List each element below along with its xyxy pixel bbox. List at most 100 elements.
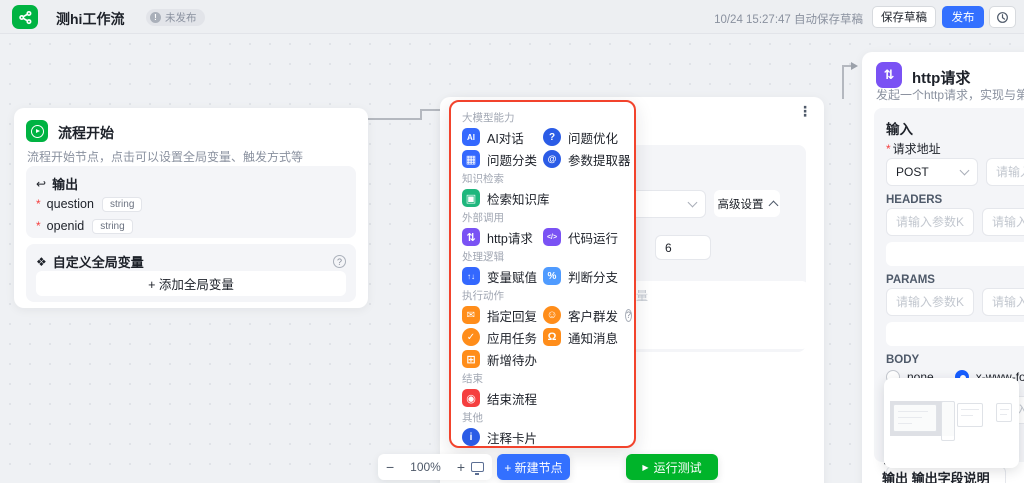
zoom-in-button[interactable]: + <box>457 459 465 475</box>
picker-item-comment-card[interactable]: i 注释卡片 <box>462 426 543 446</box>
picker-section-label: 大模型能力 <box>462 112 515 124</box>
picker-item-label: 新增待办 <box>487 353 538 368</box>
headers-label: HEADERS <box>886 194 943 206</box>
zoom-level: 100% <box>410 460 441 474</box>
picker-item-label: 代码运行 <box>568 231 619 246</box>
node-menu-icon[interactable]: ⋮ <box>798 103 812 120</box>
picker-section-grid: ▣ 检索知识库 <box>462 187 624 209</box>
param-extractor-icon: @ <box>543 150 561 168</box>
picker-item-label: 问题优化 <box>568 131 619 146</box>
http-node-icon: ⇅ <box>876 62 902 88</box>
params-value-input[interactable] <box>982 288 1024 316</box>
picker-item-app-task[interactable]: ✓应用任务? <box>462 326 552 348</box>
chevron-up-icon <box>768 200 778 210</box>
url-label: * 请求地址 <box>886 142 941 156</box>
picker-item-question-classify[interactable]: ▦ 问题分类 <box>462 148 543 170</box>
globals-help-icon[interactable]: ? <box>333 255 346 268</box>
picker-item-param-extractor[interactable]: @ 参数提取器 <box>543 148 631 170</box>
headers-value-input[interactable] <box>982 208 1024 236</box>
top-bar: 测hi工作流 ! 未发布 10/24 15:27:47 自动保存草稿 保存草稿 … <box>0 0 1024 34</box>
headers-key-input[interactable] <box>886 208 974 236</box>
picker-item-end-flow[interactable]: ◉ 结束流程 <box>462 387 543 409</box>
output-section-title: 输出 <box>52 177 79 192</box>
customer-broadcast-help-icon[interactable]: ? <box>625 308 633 322</box>
app-task-icon: ✓ <box>462 328 480 346</box>
prompt-textarea[interactable]: 量 <box>628 281 808 349</box>
count-input[interactable] <box>655 235 711 260</box>
picker-item-label: 应用任务 <box>487 331 538 346</box>
variable-name: openid <box>46 219 85 233</box>
picker-item-variable-assign[interactable]: ↑↓ 变量赋值 <box>462 265 543 287</box>
minimap[interactable] <box>884 378 1019 468</box>
new-todo-icon: ⊞ <box>462 350 480 368</box>
zoom-out-button[interactable]: − <box>386 459 394 475</box>
picker-item-http-request[interactable]: ⇅ http请求 <box>462 226 543 248</box>
customer-broadcast-icon: ☺ <box>543 306 561 324</box>
picker-section-label: 执行动作 <box>462 290 504 302</box>
run-test-button[interactable]: ▶ 运行测试 <box>626 454 718 480</box>
picker-item-ai-chat[interactable]: AI AI对话 <box>462 126 543 148</box>
picker-section-grid: AI AI对话 ? 问题优化 ▦ 问题分类 @ 参数提取器 <box>462 126 631 170</box>
workflow-title: 测hi工作流 <box>56 11 125 27</box>
app-logo-icon <box>12 5 38 29</box>
picker-item-label: AI对话 <box>487 131 524 146</box>
ai-chat-icon: AI <box>462 128 480 146</box>
minimap-node <box>941 401 955 441</box>
run-play-icon: ▶ <box>642 462 649 472</box>
params-key-input[interactable] <box>886 288 974 316</box>
params-label: PARAMS <box>886 274 935 286</box>
start-node-card[interactable]: 流程开始 流程开始节点，点击可以设置全局变量、触发方式等 ↩ 输出 * quest… <box>14 108 368 308</box>
globals-diamond-icon: ❖ <box>36 254 47 269</box>
comment-card-icon: i <box>462 428 480 446</box>
picker-item-label: 参数提取器 <box>568 153 631 168</box>
picker-item-label: 变量赋值 <box>487 270 538 285</box>
picker-section-label: 知识检索 <box>462 173 504 185</box>
global-vars-card: ❖ 自定义全局变量 ? + 添加全局变量 <box>26 244 356 302</box>
http-node-title: http请求 <box>912 70 971 87</box>
picker-item-code-run[interactable]: </> 代码运行 <box>543 226 624 248</box>
picker-item-label: 客户群发 <box>568 309 619 324</box>
node-picker-body: 大模型能力 AI AI对话? 问题优化 ▦ 问题分类 @ 参数提取器 知识检索 ▣ 检索知识库 外部调… <box>462 109 633 446</box>
picker-item-question-optimize[interactable]: ? 问题优化 <box>543 126 624 148</box>
picker-item-label: 通知消息 <box>568 331 619 346</box>
minimap-node <box>893 404 937 432</box>
picker-section-label: 其他 <box>462 412 483 424</box>
http-output-section-title: 输出 输出字段说明 <box>882 471 990 483</box>
picker-item-condition-branch[interactable]: % 判断分支 <box>543 265 624 287</box>
picker-item-label: 检索知识库 <box>487 192 550 207</box>
picker-section-label: 处理逻辑 <box>462 251 504 263</box>
node-picker-popup: 大模型能力 AI AI对话? 问题优化 ▦ 问题分类 @ 参数提取器 知识检索 ▣ 检索知识库 外部调… <box>449 100 636 448</box>
save-draft-button[interactable]: 保存草稿 <box>872 6 936 28</box>
url-input[interactable] <box>986 158 1024 186</box>
picker-item-new-todo[interactable]: ⊞ 新增待办 <box>462 348 543 370</box>
picker-item-assigned-reply[interactable]: ✉ 指定回复 <box>462 304 543 326</box>
picker-item-customer-broadcast[interactable]: ☺ 客户群发? <box>543 304 633 326</box>
history-clock-button[interactable] <box>989 6 1016 28</box>
variable-type-tag: string <box>92 218 133 234</box>
fit-view-icon[interactable] <box>471 462 484 475</box>
advanced-settings-button[interactable]: 高级设置 <box>714 190 780 217</box>
assigned-reply-icon: ✉ <box>462 306 480 324</box>
new-node-button[interactable]: + 新建节点 <box>497 454 570 480</box>
start-node-desc: 流程开始节点，点击可以设置全局变量、触发方式等 <box>27 150 304 164</box>
headers-add-button[interactable]: + 添加 <box>886 242 1024 266</box>
minimap-node <box>957 403 983 427</box>
picker-item-search-knowledge[interactable]: ▣ 检索知识库 <box>462 187 550 209</box>
picker-section-grid: ◉ 结束流程 <box>462 387 624 409</box>
info-icon: ! <box>150 12 161 23</box>
picker-item-label: 结束流程 <box>487 392 538 407</box>
variable-type-tag: string <box>101 196 143 212</box>
picker-item-label: 判断分支 <box>568 270 619 285</box>
output-variable-row: * question string <box>36 193 346 215</box>
http-node-desc: 发起一个http请求，实现与第三方系统数据交互 <box>876 88 1024 102</box>
globals-section-title: 自定义全局变量 <box>52 255 144 270</box>
picker-item-label: 问题分类 <box>487 153 538 168</box>
picker-item-notify-message[interactable]: Ω 通知消息 <box>543 326 624 348</box>
add-global-variable-button[interactable]: + 添加全局变量 <box>36 271 346 296</box>
method-select[interactable]: POST <box>886 158 978 186</box>
params-add-button[interactable]: + 添加 <box>886 322 1024 346</box>
picker-section-grid: i 注释卡片 <box>462 426 624 446</box>
workflow-canvas[interactable]: ⋮ 高级设置 量 输出 流程开始 流程开始节点，点击可以设置全局变量、触发方式等… <box>0 0 1024 483</box>
publish-button[interactable]: 发布 <box>942 6 984 28</box>
output-variable-row: * openid string <box>36 215 346 237</box>
